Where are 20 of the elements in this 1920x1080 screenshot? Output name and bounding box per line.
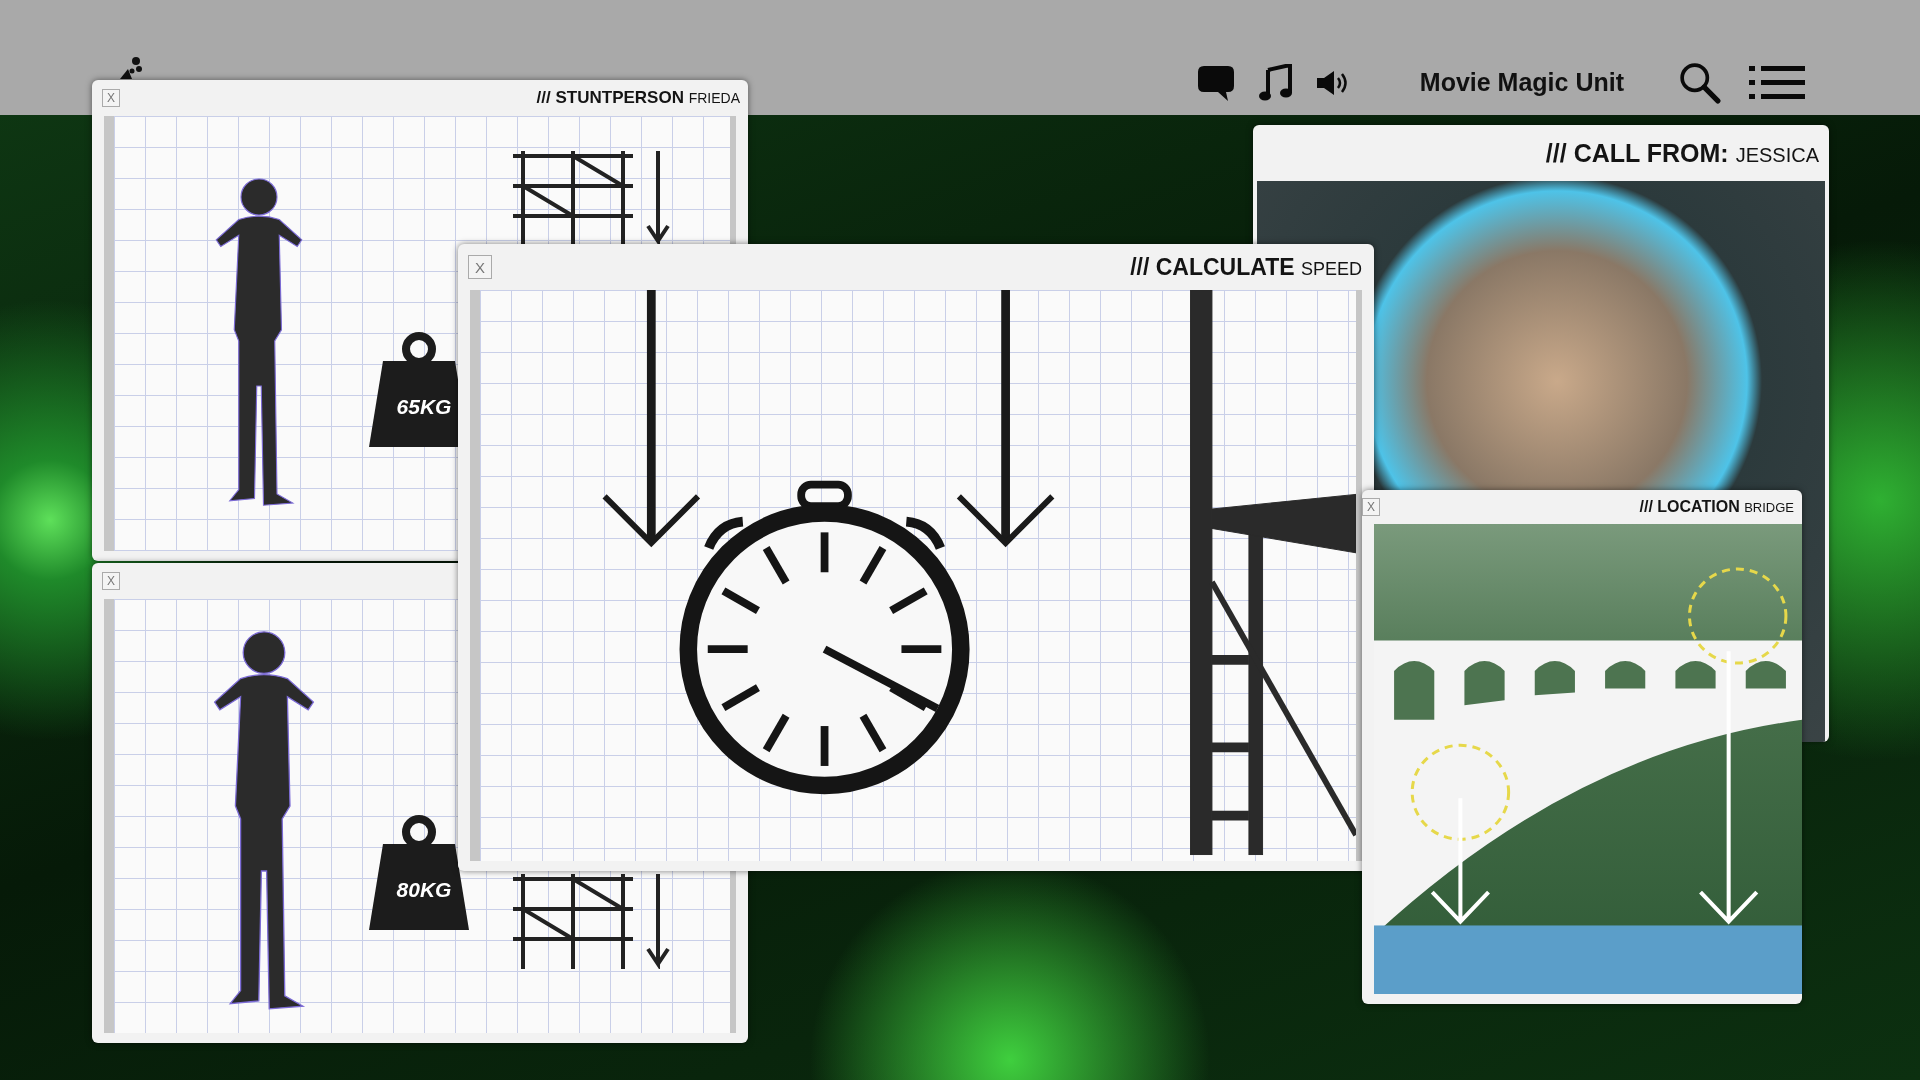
weight-icon: [369, 814, 469, 930]
logo-icon[interactable]: [120, 56, 144, 79]
close-button[interactable]: X: [102, 89, 120, 107]
chat-icon[interactable]: [1195, 63, 1236, 102]
down-arrow-icon: [956, 290, 1055, 548]
weight-label: 80KG: [395, 878, 453, 902]
close-button[interactable]: X: [1362, 498, 1380, 516]
app-title: Movie Magic Unit: [1419, 68, 1624, 97]
menu-icon[interactable]: [1749, 65, 1805, 100]
close-button[interactable]: X: [468, 255, 492, 279]
speaker-icon[interactable]: [1315, 68, 1350, 97]
window-title: /// LOCATION BRIDGE: [1639, 498, 1794, 516]
weight-label: 65KG: [395, 395, 453, 419]
window-title: /// CALL FROM: JESSICA: [1545, 138, 1819, 168]
stopwatch-icon: [679, 480, 970, 795]
down-arrow-icon: [602, 290, 701, 548]
search-icon[interactable]: [1679, 61, 1721, 104]
window-title: /// STUNTPERSON FRIEDA: [536, 88, 740, 108]
close-button[interactable]: X: [102, 572, 120, 590]
window-title: /// CALCULATE SPEED: [1130, 253, 1362, 281]
